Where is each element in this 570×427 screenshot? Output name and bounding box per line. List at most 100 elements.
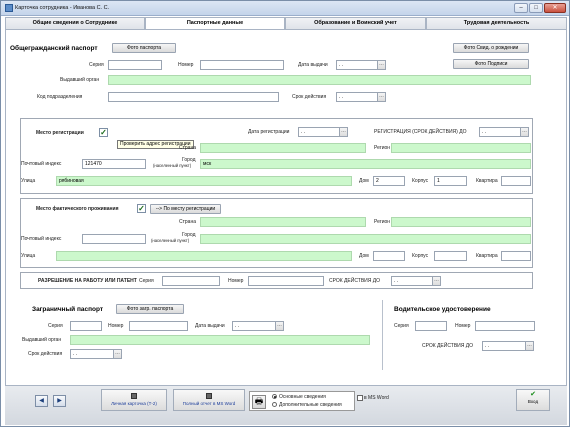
actual-region-input[interactable] bbox=[391, 217, 531, 227]
calendar-dropdown-icon[interactable]: … bbox=[377, 60, 386, 70]
building-input[interactable]: 1 bbox=[434, 176, 467, 186]
actual-region-label: Регион bbox=[374, 219, 391, 225]
reg-until-input[interactable]: . .… bbox=[479, 127, 529, 137]
number-input[interactable] bbox=[200, 60, 284, 70]
apartment-input[interactable] bbox=[501, 176, 531, 186]
foreign-validity-label: Срок действия bbox=[28, 351, 63, 357]
reg-date-label: Дата регистрации bbox=[248, 129, 290, 135]
postal-input[interactable]: 121470 bbox=[82, 159, 146, 169]
series-input[interactable] bbox=[108, 60, 162, 70]
bottom-toolbar: ◀ ▶ Личная карточка (Т-2) Полный отчет в… bbox=[5, 385, 567, 425]
issue-date-label: Дата выдачи bbox=[298, 62, 328, 68]
actual-postal-input[interactable] bbox=[82, 234, 146, 244]
permit-until-value: . . bbox=[394, 278, 399, 284]
validity-input[interactable]: . .… bbox=[336, 92, 386, 102]
birth-cert-photo-button[interactable]: Фото Свид. о рождении bbox=[453, 43, 529, 53]
actual-city-input[interactable] bbox=[200, 234, 531, 244]
license-series-label: Серия bbox=[394, 323, 409, 329]
passport-photo-button[interactable]: Фото паспорта bbox=[112, 43, 176, 53]
issuer-input[interactable] bbox=[108, 75, 531, 85]
calendar-dropdown-icon[interactable]: … bbox=[432, 276, 441, 286]
same-as-registration-button[interactable]: --> По месту регистрации bbox=[150, 204, 221, 214]
actual-place-label: Место фактического проживания bbox=[36, 206, 119, 212]
permit-number-input[interactable] bbox=[248, 276, 324, 286]
street-input[interactable]: рябиновая bbox=[56, 176, 352, 186]
license-number-input[interactable] bbox=[475, 321, 535, 331]
actual-street-input[interactable] bbox=[56, 251, 352, 261]
word-doc-icon bbox=[206, 393, 212, 399]
number-label: Номер bbox=[178, 62, 194, 68]
country-input[interactable] bbox=[200, 143, 366, 153]
foreign-issue-date-label: Дата выдачи bbox=[195, 323, 225, 329]
license-number-label: Номер bbox=[455, 323, 471, 329]
next-record-button[interactable]: ▶ bbox=[53, 395, 66, 407]
calendar-dropdown-icon[interactable]: … bbox=[525, 341, 534, 351]
issuer-label: Выдавший орган bbox=[60, 77, 100, 83]
work-permit-box: РАЗРЕШЕНИЕ НА РАБОТУ ИЛИ ПАТЕНТ Серия Но… bbox=[20, 272, 533, 289]
maximize-button[interactable]: □ bbox=[529, 3, 543, 13]
close-button[interactable]: ✕ bbox=[544, 3, 566, 13]
ms-word-checkbox[interactable] bbox=[357, 395, 363, 401]
foreign-validity-input[interactable]: . . … bbox=[70, 349, 122, 359]
foreign-number-input[interactable] bbox=[129, 321, 188, 331]
radio-main-info[interactable] bbox=[272, 394, 277, 399]
license-series-input[interactable] bbox=[415, 321, 447, 331]
foreign-number-label: Номер bbox=[108, 323, 124, 329]
employee-card-window: Карточка сотрудника - Иванова С. С. – □ … bbox=[0, 0, 570, 427]
word-doc-icon bbox=[131, 393, 137, 399]
ms-word-label: в MS Word bbox=[364, 395, 389, 401]
permit-series-input[interactable] bbox=[162, 276, 220, 286]
window-title: Карточка сотрудника - Иванова С. С. bbox=[15, 5, 110, 11]
issue-date-value: . . bbox=[339, 62, 344, 68]
printer-icon[interactable]: 🖶 bbox=[252, 395, 266, 409]
tab-education[interactable]: Образование и Воинский учет bbox=[285, 17, 426, 29]
actual-house-input[interactable] bbox=[373, 251, 405, 261]
tab-work[interactable]: Трудовая деятельность bbox=[426, 17, 567, 29]
enter-button[interactable]: ✔ Вход bbox=[516, 389, 550, 411]
permit-number-label: Номер bbox=[228, 278, 244, 284]
calendar-dropdown-icon[interactable]: … bbox=[377, 92, 386, 102]
foreign-issue-date-input[interactable]: . .… bbox=[232, 321, 284, 331]
signature-photo-button[interactable]: Фото Подписи bbox=[453, 59, 529, 69]
foreign-series-label: Серия bbox=[48, 323, 63, 329]
reg-date-input[interactable]: . .… bbox=[298, 127, 348, 137]
issue-date-input[interactable]: . . … bbox=[336, 60, 386, 70]
actual-building-input[interactable] bbox=[434, 251, 467, 261]
permit-series-label: Серия bbox=[139, 278, 154, 284]
foreign-validity-value: . . bbox=[73, 351, 78, 357]
foreign-passport-heading: Заграничный паспорт bbox=[32, 306, 104, 313]
foreign-issuer-input[interactable] bbox=[70, 335, 370, 345]
license-until-input[interactable]: . .… bbox=[482, 341, 534, 351]
prev-record-button[interactable]: ◀ bbox=[35, 395, 48, 407]
registration-box: Место регистрации ✓ Проверить адрес реги… bbox=[20, 118, 533, 194]
foreign-series-input[interactable] bbox=[70, 321, 102, 331]
calendar-dropdown-icon[interactable]: … bbox=[339, 127, 348, 137]
foreign-issuer-label: Выдавший орган bbox=[22, 337, 62, 343]
permit-until-input[interactable]: . . … bbox=[391, 276, 441, 286]
foreign-passport-photo-button[interactable]: Фото загр. паспорта bbox=[116, 304, 184, 314]
radio-extra-label: Дополнительные сведения bbox=[279, 402, 342, 408]
tab-general[interactable]: Общие сведения о Сотруднике bbox=[5, 17, 145, 29]
series-label: Серия bbox=[89, 62, 104, 68]
street-label: Улица bbox=[21, 178, 36, 184]
calendar-dropdown-icon[interactable]: … bbox=[520, 127, 529, 137]
full-report-button[interactable]: Полный отчет в MS Word bbox=[173, 389, 245, 411]
radio-extra-info[interactable] bbox=[272, 402, 277, 407]
driver-license-heading: Водительское удостоверение bbox=[394, 306, 491, 313]
calendar-dropdown-icon[interactable]: … bbox=[275, 321, 284, 331]
city-input[interactable]: мск bbox=[200, 159, 531, 169]
actual-house-label: Дом bbox=[359, 253, 369, 259]
registration-checkbox[interactable]: ✓ bbox=[99, 128, 108, 137]
house-label: Дом bbox=[359, 178, 369, 184]
validity-label: Срок действия bbox=[292, 94, 327, 100]
minimize-button[interactable]: – bbox=[514, 3, 528, 13]
calendar-dropdown-icon[interactable]: … bbox=[113, 349, 122, 359]
division-code-input[interactable] bbox=[108, 92, 279, 102]
personal-card-button[interactable]: Личная карточка (Т-2) bbox=[101, 389, 167, 411]
actual-checkbox[interactable]: ✓ bbox=[137, 204, 146, 213]
region-input[interactable] bbox=[391, 143, 531, 153]
actual-apartment-input[interactable] bbox=[501, 251, 531, 261]
house-input[interactable]: 2 bbox=[373, 176, 405, 186]
actual-country-input[interactable] bbox=[200, 217, 366, 227]
checkmark-icon: ✔ bbox=[530, 391, 536, 398]
